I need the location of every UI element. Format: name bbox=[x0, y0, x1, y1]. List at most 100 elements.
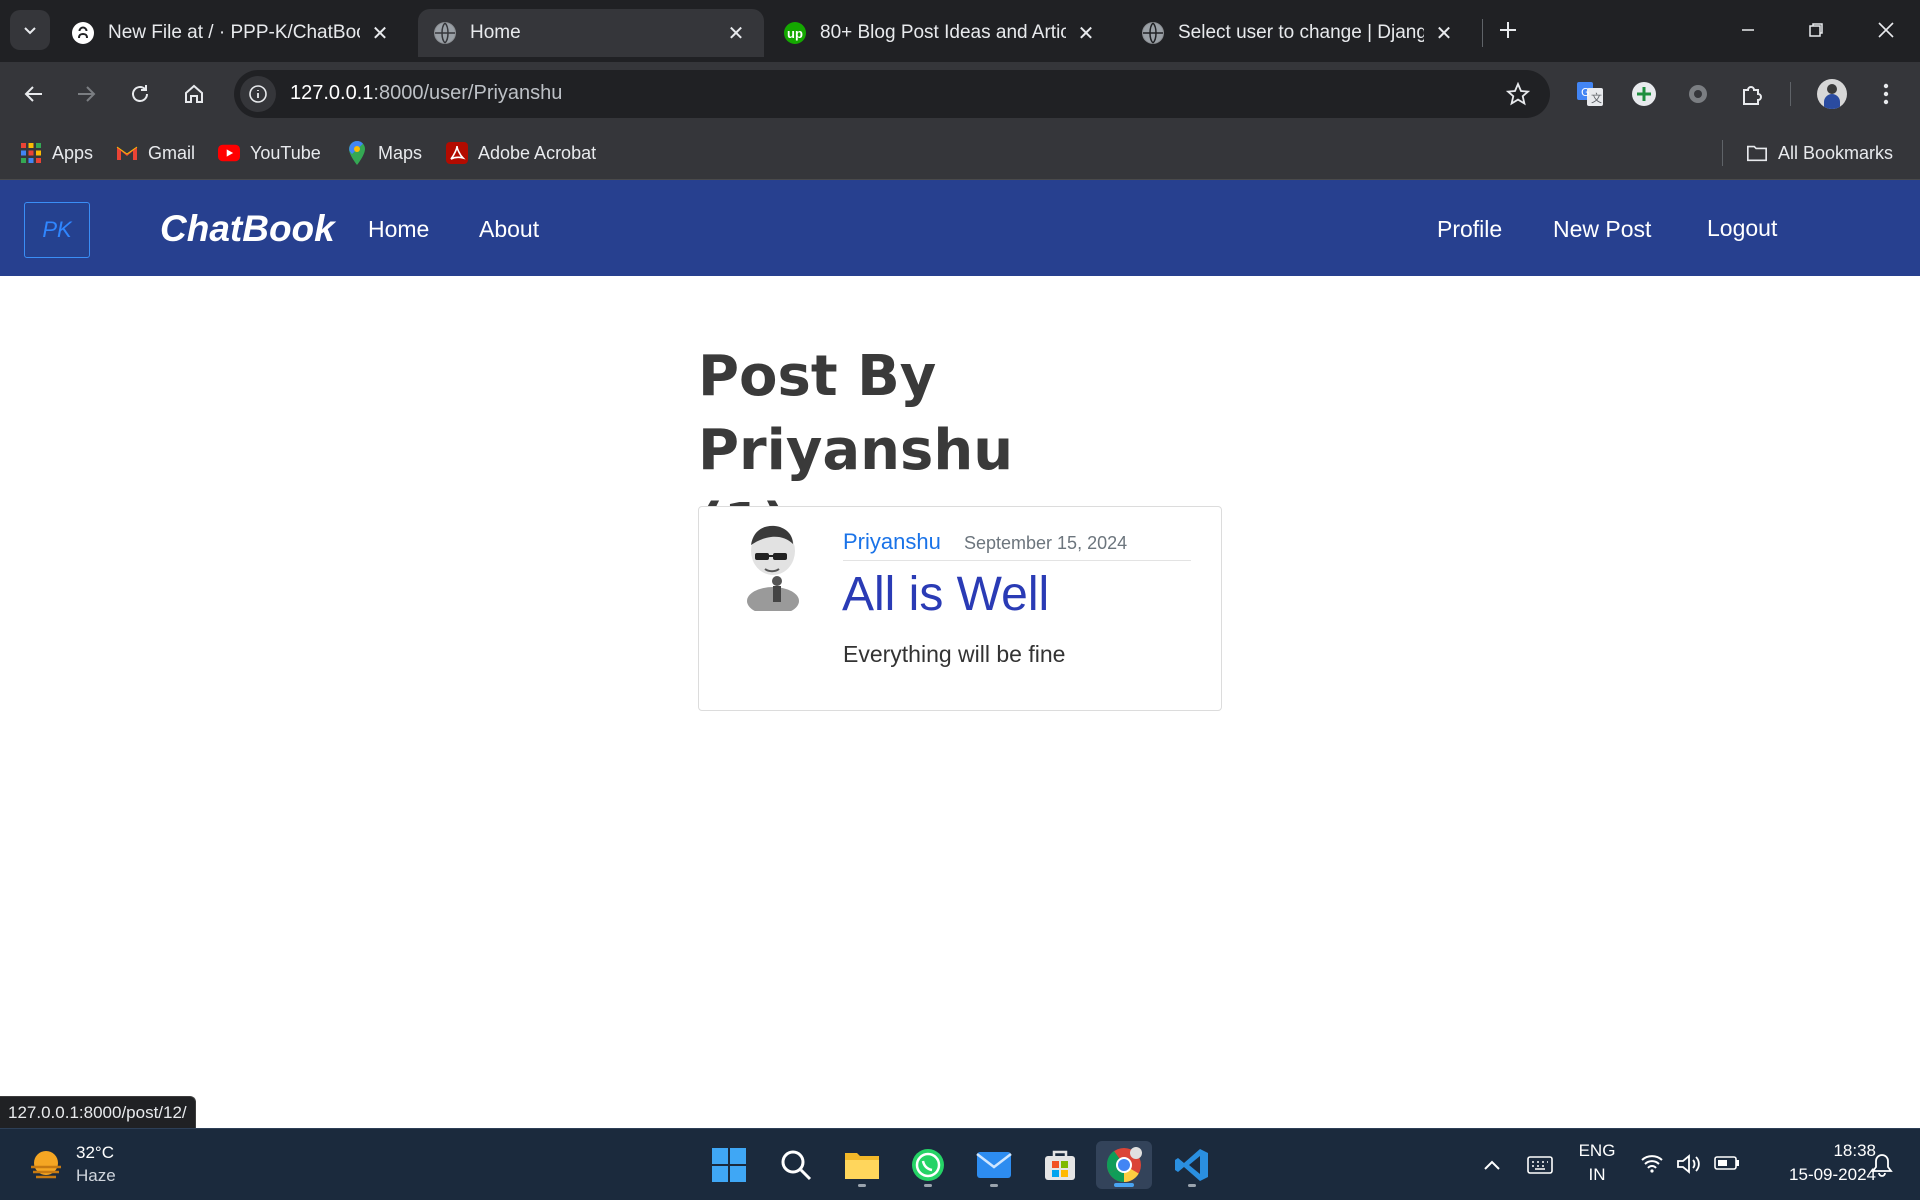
chevron-down-icon bbox=[24, 27, 36, 35]
url-host: 127.0.0.1 bbox=[290, 82, 374, 104]
extension-button[interactable] bbox=[1678, 74, 1718, 114]
start-button[interactable] bbox=[705, 1141, 753, 1189]
tab-upwork[interactable]: up 80+ Blog Post Ideas and Article ✕ bbox=[768, 9, 1114, 57]
globe-icon bbox=[434, 22, 456, 44]
bookmark-maps[interactable]: Maps bbox=[346, 138, 422, 168]
running-indicator bbox=[990, 1184, 998, 1187]
puzzle-icon bbox=[1743, 86, 1762, 105]
tab-title: New File at / · PPP-K/ChatBook bbox=[108, 22, 360, 43]
apps-grid-icon bbox=[20, 142, 42, 164]
touch-keyboard-button[interactable] bbox=[1522, 1141, 1558, 1189]
chrome-menu-button[interactable] bbox=[1866, 74, 1906, 114]
post-content: Everything will be fine bbox=[843, 641, 1066, 667]
close-tab-icon[interactable]: ✕ bbox=[1432, 21, 1456, 46]
reload-button[interactable] bbox=[120, 74, 160, 114]
system-tray-status[interactable] bbox=[1636, 1147, 1748, 1183]
region-code: IN bbox=[1588, 1165, 1606, 1184]
post-author-link[interactable]: Priyanshu bbox=[843, 529, 941, 555]
running-indicator bbox=[924, 1184, 932, 1187]
tab-title: Select user to change | Django s bbox=[1178, 22, 1424, 43]
bookmark-adobe-acrobat[interactable]: Adobe Acrobat bbox=[446, 138, 596, 168]
weather-desc: Haze bbox=[76, 1166, 116, 1185]
tab-divider bbox=[1482, 19, 1483, 47]
tab-search-button[interactable] bbox=[10, 10, 50, 50]
svg-text:文: 文 bbox=[1591, 91, 1602, 105]
tab-github[interactable]: New File at / · PPP-K/ChatBook ✕ bbox=[56, 9, 408, 57]
mail-button[interactable] bbox=[970, 1141, 1018, 1189]
home-button[interactable] bbox=[174, 74, 214, 114]
weather-widget[interactable]: 32°C Haze bbox=[24, 1141, 144, 1189]
bell-icon bbox=[1871, 1154, 1893, 1177]
nav-about-link[interactable]: About bbox=[479, 216, 539, 243]
nav-logout-link[interactable]: Logout bbox=[1707, 215, 1777, 242]
volume-icon bbox=[1677, 1154, 1700, 1174]
close-tab-icon[interactable]: ✕ bbox=[368, 21, 392, 46]
extensions-menu-button[interactable] bbox=[1732, 74, 1772, 114]
nav-profile-link[interactable]: Profile bbox=[1437, 216, 1502, 243]
bookmark-label: YouTube bbox=[250, 142, 321, 163]
post-title-link[interactable]: All is Well bbox=[842, 567, 1049, 622]
all-bookmarks-button[interactable]: All Bookmarks bbox=[1746, 138, 1893, 168]
close-tab-icon[interactable]: ✕ bbox=[724, 21, 748, 46]
arrow-left-icon bbox=[24, 86, 42, 102]
acrobat-icon bbox=[446, 142, 468, 164]
add-extension-button[interactable] bbox=[1624, 74, 1664, 114]
folder-icon bbox=[845, 1153, 879, 1179]
search-button[interactable] bbox=[772, 1141, 820, 1189]
tab-title: 80+ Blog Post Ideas and Article bbox=[820, 22, 1066, 43]
nav-new-post-link[interactable]: New Post bbox=[1553, 216, 1651, 243]
close-tab-icon[interactable]: ✕ bbox=[1074, 21, 1098, 46]
post-meta-divider bbox=[843, 560, 1191, 561]
whatsapp-button[interactable] bbox=[904, 1141, 952, 1189]
show-hidden-icons-button[interactable] bbox=[1476, 1141, 1508, 1189]
bookmark-label: Maps bbox=[378, 142, 423, 163]
site-info-icon[interactable] bbox=[240, 76, 276, 112]
site-logo[interactable]: PK bbox=[24, 202, 90, 258]
language-indicator[interactable]: ENG IN bbox=[1572, 1139, 1622, 1191]
wifi-icon bbox=[1641, 1155, 1663, 1173]
back-button[interactable] bbox=[14, 74, 54, 114]
microsoft-store-button[interactable] bbox=[1036, 1141, 1084, 1189]
notifications-button[interactable] bbox=[1862, 1141, 1902, 1189]
search-icon bbox=[781, 1150, 812, 1181]
site-navbar: PK ChatBook Home About Profile New Post … bbox=[0, 180, 1920, 276]
svg-text:G: G bbox=[1581, 86, 1590, 99]
forward-button[interactable] bbox=[66, 74, 106, 114]
chrome-button[interactable] bbox=[1096, 1141, 1152, 1189]
brand-link[interactable]: ChatBook bbox=[160, 208, 335, 250]
new-tab-button[interactable] bbox=[1488, 10, 1528, 50]
bookmark-apps[interactable]: Apps bbox=[20, 138, 93, 168]
close-window-button[interactable] bbox=[1866, 10, 1906, 50]
link-status-bubble: 127.0.0.1:8000/post/12/ bbox=[0, 1096, 196, 1128]
bookmark-star-icon[interactable] bbox=[1504, 80, 1532, 108]
tab-home[interactable]: Home ✕ bbox=[418, 9, 764, 57]
google-translate-extension[interactable]: G文 bbox=[1570, 74, 1610, 114]
post-card: Priyanshu September 15, 2024 All is Well… bbox=[698, 506, 1222, 711]
profile-button[interactable] bbox=[1812, 74, 1852, 114]
bookmark-youtube[interactable]: YouTube bbox=[218, 138, 321, 168]
browser-tab-strip: New File at / · PPP-K/ChatBook ✕ Home ✕ … bbox=[0, 0, 1920, 62]
store-icon bbox=[1045, 1150, 1075, 1180]
bookmark-label: Apps bbox=[52, 142, 94, 163]
whatsapp-icon bbox=[912, 1149, 944, 1181]
url-text: 127.0.0.1:8000/user/Priyanshu bbox=[290, 82, 562, 105]
bookmark-label: Adobe Acrobat bbox=[478, 142, 597, 163]
file-explorer-button[interactable] bbox=[838, 1141, 886, 1189]
minimize-icon bbox=[1742, 29, 1754, 31]
author-avatar[interactable] bbox=[739, 521, 807, 615]
close-icon bbox=[1878, 22, 1894, 38]
github-icon bbox=[72, 22, 94, 44]
keyboard-icon bbox=[1527, 1156, 1553, 1174]
minimize-button[interactable] bbox=[1728, 10, 1768, 50]
bookmarks-divider bbox=[1722, 140, 1723, 166]
bookmark-gmail[interactable]: Gmail bbox=[116, 138, 195, 168]
restore-button[interactable] bbox=[1796, 10, 1836, 50]
folder-icon bbox=[1746, 142, 1768, 164]
clock[interactable]: 18:38 15-09-2024 bbox=[1752, 1139, 1876, 1191]
logo-text: PK bbox=[42, 217, 72, 242]
arrow-right-icon bbox=[78, 86, 96, 102]
vscode-button[interactable] bbox=[1168, 1141, 1216, 1189]
address-bar[interactable]: 127.0.0.1:8000/user/Priyanshu bbox=[234, 70, 1550, 118]
nav-home-link[interactable]: Home bbox=[368, 216, 429, 243]
tab-django-admin[interactable]: Select user to change | Django s ✕ bbox=[1126, 9, 1472, 57]
